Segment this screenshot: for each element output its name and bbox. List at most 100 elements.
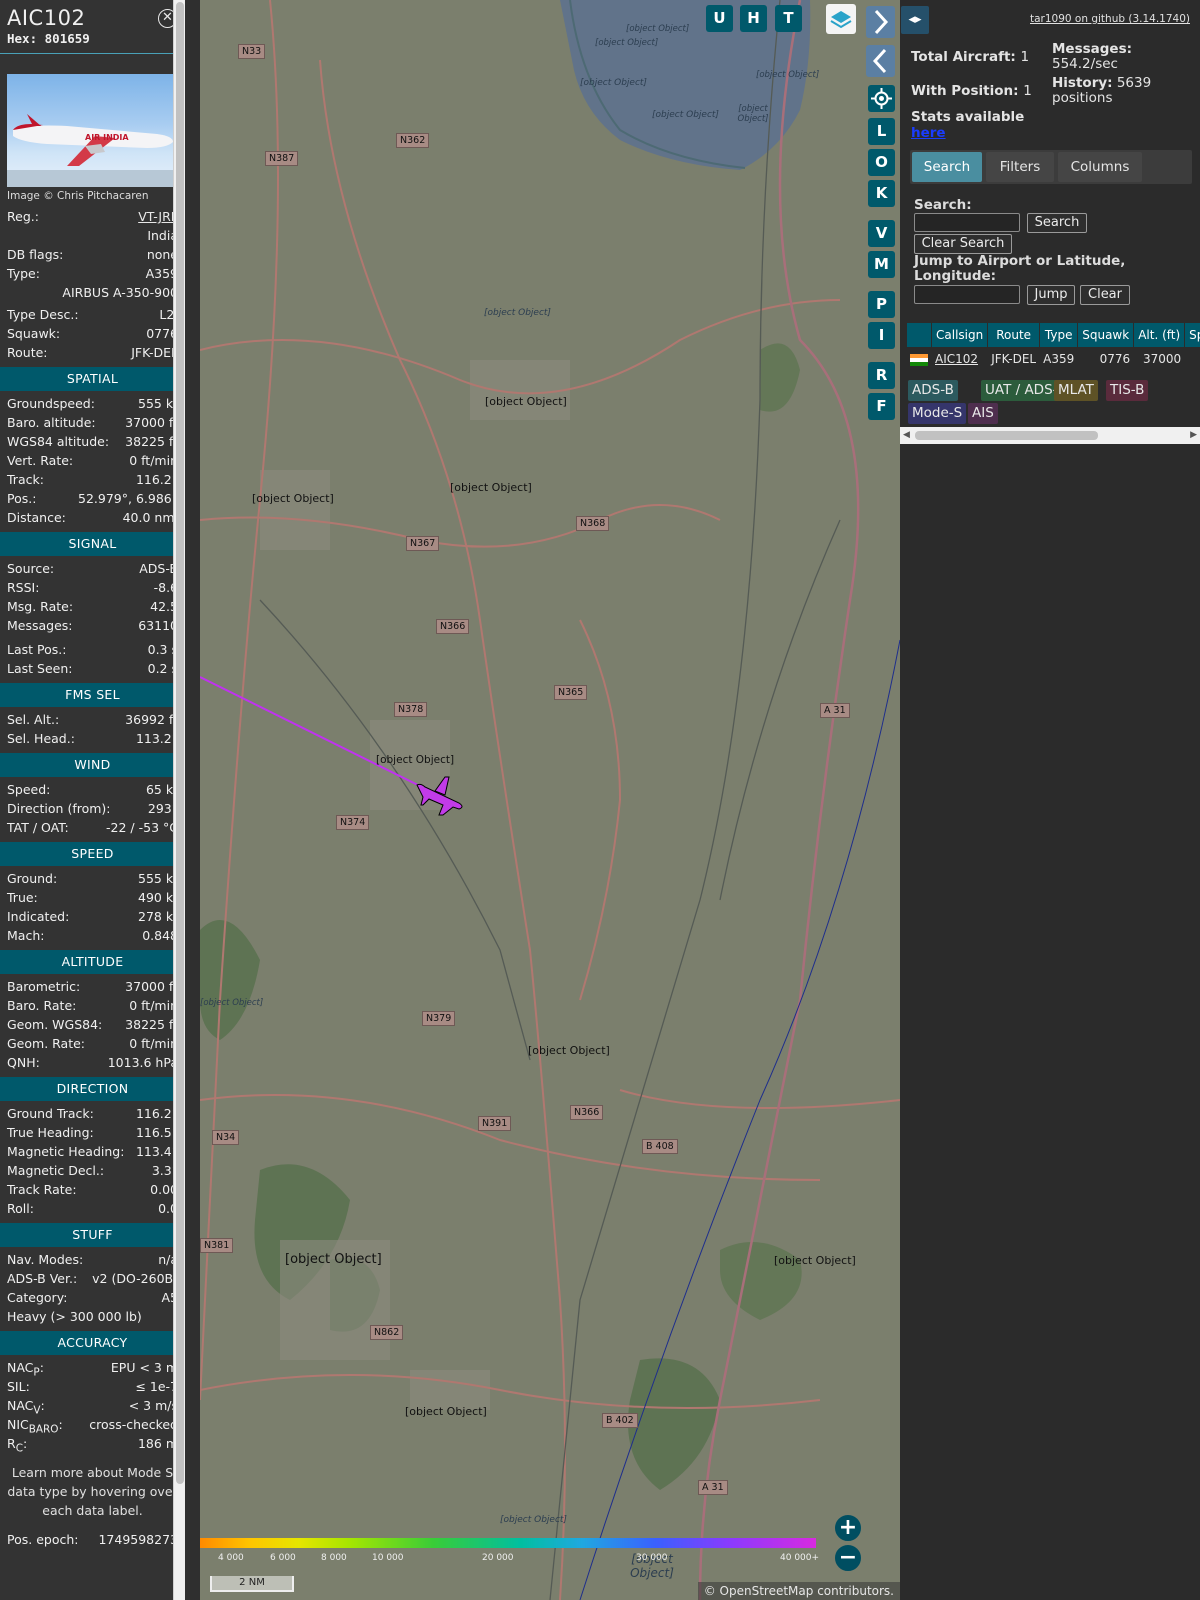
hex-line: Hex: 801659	[7, 31, 174, 46]
button-t[interactable]: T	[775, 5, 802, 32]
tab-search[interactable]: Search	[912, 152, 982, 182]
tab-filters[interactable]: Filters	[986, 152, 1054, 182]
sil-value: ≤ 1e-7	[135, 1379, 178, 1394]
map-base-graphic	[200, 0, 900, 1600]
section-wind: WIND	[0, 753, 185, 777]
nacv-row: NACV: < 3 m/s	[0, 1396, 185, 1417]
road-shield: N367	[406, 536, 440, 551]
table-horizontal-scrollbar[interactable]: ◀ ▶	[900, 427, 1200, 444]
sidebar: ◂▸ tar1090 on github (3.14.1740) Total A…	[900, 0, 1200, 1600]
info-scrollbar-thumb[interactable]	[176, 2, 184, 1484]
place-label: [object Object]	[200, 998, 264, 1008]
column-altitude[interactable]: Alt. (ft)	[1134, 323, 1185, 347]
scroll-right-icon[interactable]: ▶	[1190, 430, 1197, 440]
speed-value: 555 kt	[138, 871, 178, 886]
type-row: Type: A359	[0, 264, 185, 283]
column-type[interactable]: Type	[1040, 323, 1078, 347]
signal-label: Source:	[7, 561, 55, 576]
minus-icon[interactable]: −	[835, 1545, 861, 1571]
altitude-value: 38225 ft	[125, 1017, 178, 1032]
button-u[interactable]: U	[706, 5, 733, 32]
spatial-label: Distance:	[7, 510, 66, 525]
search-input[interactable]	[914, 213, 1020, 232]
button-p[interactable]: P	[868, 291, 895, 318]
column-squawk[interactable]: Squawk	[1078, 323, 1134, 347]
road-shield: B 408	[642, 1139, 678, 1154]
aircraft-photo[interactable]: AIR INDIA	[7, 74, 178, 187]
button-i[interactable]: I	[868, 322, 895, 349]
clear-button[interactable]: Clear	[1080, 285, 1130, 305]
nicbaro-row: NICBARO: cross-checked	[0, 1415, 185, 1436]
spatial-value: 52.979°, 6.986°	[78, 491, 178, 506]
nicbaro-value: cross-checked	[89, 1417, 178, 1432]
info-scrollbar[interactable]	[173, 0, 185, 1600]
altitude-value: 0 ft/min	[129, 998, 178, 1013]
stuff-row: ADS-B Ver.: v2 (DO-260B)	[0, 1269, 185, 1288]
chevron-right-icon[interactable]	[866, 6, 895, 38]
button-k[interactable]: K	[868, 180, 895, 207]
flag-icon	[907, 348, 931, 370]
search-button[interactable]: Search	[1027, 213, 1087, 233]
table-scrollbar-thumb[interactable]	[915, 431, 1098, 440]
attribution-link[interactable]: OpenStreetMap	[720, 1584, 814, 1598]
column-speed[interactable]: Spd	[1185, 323, 1200, 347]
jump-input[interactable]	[914, 285, 1020, 304]
nacp-label: NACP:	[7, 1360, 44, 1379]
altitude-label: Geom. WGS84:	[7, 1017, 103, 1032]
jump-label: Jump to Airport or Latitude, Longitude:	[914, 253, 1126, 284]
table-row[interactable]: AIC102 JFK-DEL A359 0776 37000	[907, 348, 1200, 370]
rc-value: 186 m	[137, 1436, 178, 1451]
wind-group: Speed: 65 kt Direction (from): 293° TAT / OA…	[0, 780, 185, 837]
button-m[interactable]: M	[868, 251, 895, 278]
wind-row: Speed: 65 kt	[0, 780, 185, 799]
cell-callsign[interactable]: AIC102	[932, 348, 987, 370]
total-value: 1	[1020, 49, 1030, 65]
signal-label: Last Pos.:	[7, 642, 67, 657]
place-label: [object Object]	[500, 1515, 567, 1525]
map-canvas[interactable]: [object Object] [object Object] [object Ob…	[200, 0, 900, 1600]
clear-search-button[interactable]: Clear Search	[914, 234, 1012, 254]
spatial-value: 38225 ft	[125, 434, 178, 449]
stats-link[interactable]: here	[911, 125, 946, 141]
direction-label: True Heading:	[7, 1125, 94, 1140]
rc-label: RC:	[7, 1436, 28, 1455]
place-label: [object Object]	[774, 1254, 856, 1267]
section-stuff: STUFF	[0, 1223, 185, 1247]
info-header: AIC102 Hex: 801659 ✕	[0, 0, 181, 54]
button-r[interactable]: R	[868, 362, 895, 389]
section-accuracy: ACCURACY	[0, 1331, 185, 1355]
layers-icon[interactable]	[826, 4, 856, 34]
toggle-sidebar-icon[interactable]: ◂▸	[901, 6, 929, 34]
road-shield: N362	[396, 133, 430, 148]
spatial-group: Groundspeed: 555 kt Baro. altitude: 37000 f…	[0, 394, 185, 527]
tab-columns[interactable]: Columns	[1058, 152, 1142, 182]
wind-row: TAT / OAT: -22 / -53 °C	[0, 818, 185, 837]
road-shield: N368	[576, 516, 610, 531]
airplane-icon[interactable]	[413, 775, 467, 819]
altitude-value: 1013.6 hPa	[107, 1055, 178, 1070]
column-route[interactable]: Route	[988, 323, 1040, 347]
scroll-left-icon[interactable]: ◀	[903, 430, 910, 440]
altitude-group: Barometric: 37000 ft Baro. Rate: 0 ft/min Ge…	[0, 977, 185, 1072]
button-o[interactable]: O	[868, 149, 895, 176]
road-shield: N366	[436, 619, 470, 634]
route-value: JFK-DEL	[131, 345, 178, 360]
column-flag	[907, 323, 931, 347]
github-link[interactable]: tar1090 on github (3.14.1740)	[1030, 13, 1190, 25]
button-h[interactable]: H	[740, 5, 767, 32]
signal-row: Last Pos.: 0.3 s	[0, 640, 185, 659]
plus-icon[interactable]: +	[835, 1515, 861, 1541]
jump-button[interactable]: Jump	[1027, 285, 1075, 305]
signal-label: Msg. Rate:	[7, 599, 74, 614]
with-position: With Position: 1	[911, 83, 1032, 99]
speed-row: Ground: 555 kt	[0, 869, 185, 888]
typedesc-label: Type Desc.:	[7, 307, 79, 322]
button-f[interactable]: F	[868, 393, 895, 420]
chevron-left-graphic	[872, 48, 887, 74]
column-callsign[interactable]: Callsign	[932, 323, 988, 347]
gear-icon[interactable]	[868, 85, 895, 112]
chevron-left-icon[interactable]	[866, 45, 895, 77]
button-v[interactable]: V	[868, 220, 895, 247]
button-l[interactable]: L	[868, 118, 895, 145]
epoch-row: Pos. epoch: 1749598273	[0, 1530, 185, 1549]
